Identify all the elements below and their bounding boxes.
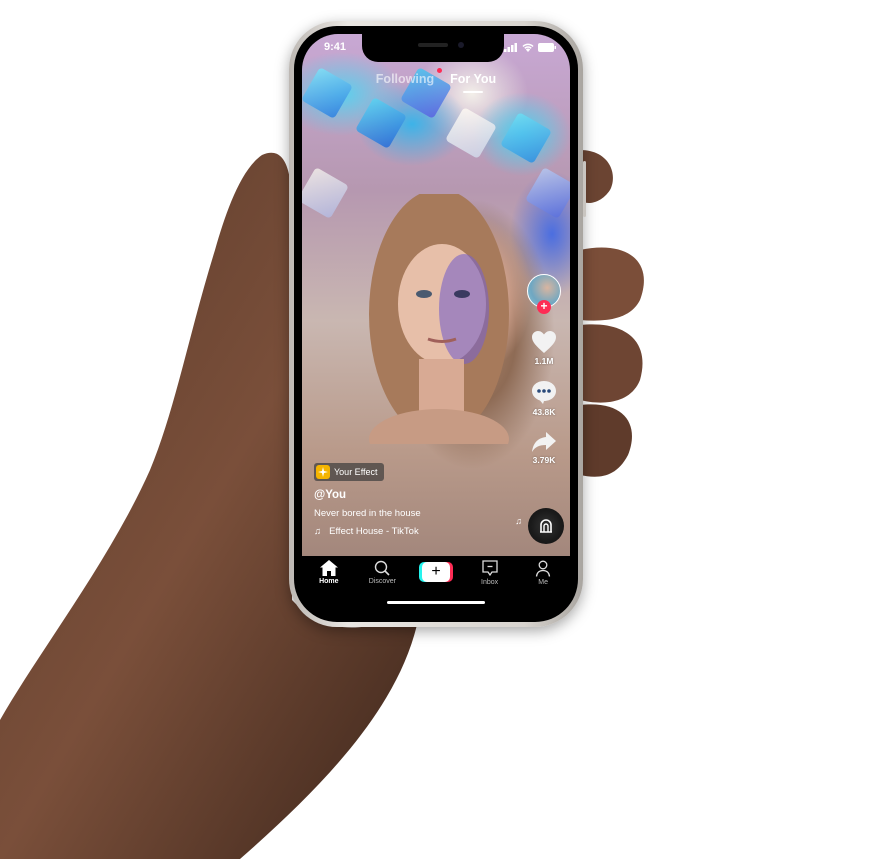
- nav-home[interactable]: Home: [307, 560, 351, 585]
- share-count: 3.79K: [532, 455, 556, 465]
- effect-house-icon: [540, 519, 552, 533]
- home-icon: [319, 560, 338, 576]
- tab-following-label: Following: [375, 72, 435, 86]
- crystal-decoration: [302, 167, 349, 219]
- comment-button[interactable]: 43.8K: [531, 380, 557, 417]
- sound-disc-button[interactable]: [528, 508, 564, 544]
- creator-avatar[interactable]: +: [527, 274, 561, 314]
- nav-me-label: Me: [538, 579, 549, 586]
- tab-for-you-label: For You: [450, 72, 497, 86]
- status-icons: [504, 43, 556, 52]
- share-arrow-icon: [532, 432, 556, 452]
- side-button: [583, 161, 586, 217]
- like-button[interactable]: 1.1M: [531, 330, 557, 366]
- notification-dot: [437, 68, 443, 73]
- screen: 9:41 Following For You + 1.1M 43.8K 3.79…: [302, 34, 570, 614]
- sound-name: Effect House - TikTok: [329, 526, 419, 537]
- nav-inbox[interactable]: Inbox: [468, 560, 512, 586]
- nav-home-label: Home: [319, 578, 339, 585]
- profile-icon: [536, 560, 551, 577]
- effect-chip[interactable]: Your Effect: [314, 463, 384, 481]
- sparkle-effect-icon: [316, 465, 330, 479]
- feed-tabs: Following For You: [302, 68, 570, 93]
- nav-discover[interactable]: Discover: [360, 560, 404, 585]
- phone-frame: 9:41 Following For You + 1.1M 43.8K 3.79…: [289, 21, 586, 627]
- bottom-nav: Home Discover + Inbox Me: [302, 556, 570, 602]
- home-indicator[interactable]: [387, 601, 485, 604]
- nav-discover-label: Discover: [368, 578, 396, 585]
- status-bar: 9:41: [302, 34, 570, 62]
- crystal-decoration: [445, 107, 497, 159]
- create-plus-icon: +: [418, 562, 453, 582]
- video-caption: Your Effect @You Never bored in the hous…: [314, 463, 421, 537]
- search-icon: [374, 560, 390, 576]
- crystal-decoration: [355, 97, 407, 149]
- signal-icon: [504, 43, 517, 52]
- effect-label: Your Effect: [334, 467, 378, 477]
- tab-following[interactable]: Following: [375, 68, 443, 86]
- front-camera: [458, 42, 464, 48]
- nav-me[interactable]: Me: [521, 560, 565, 586]
- music-notes-icon: ♫: [515, 516, 522, 526]
- comment-count: 43.8K: [532, 407, 556, 417]
- status-time: 9:41: [324, 41, 347, 53]
- action-rail: + 1.1M 43.8K 3.79K: [524, 274, 564, 465]
- music-note-icon: ♫: [314, 526, 322, 537]
- heart-icon: [532, 331, 556, 353]
- nav-inbox-label: Inbox: [481, 579, 499, 586]
- active-tab-indicator: [463, 91, 484, 93]
- phone-bezel: 9:41 Following For You + 1.1M 43.8K 3.79…: [294, 26, 578, 622]
- speaker: [418, 43, 448, 47]
- like-count: 1.1M: [534, 356, 554, 366]
- username-link[interactable]: @You: [314, 489, 421, 501]
- person-image: [369, 194, 509, 444]
- inbox-icon: [481, 560, 498, 577]
- crystal-decoration: [500, 112, 552, 164]
- notch: [362, 34, 504, 62]
- tab-for-you[interactable]: For You: [450, 72, 497, 93]
- follow-plus-icon[interactable]: +: [537, 300, 551, 314]
- share-button[interactable]: 3.79K: [531, 431, 557, 465]
- comment-icon: [532, 381, 556, 404]
- nav-create[interactable]: +: [414, 560, 458, 582]
- wifi-icon: [522, 43, 534, 52]
- crystal-decoration: [525, 167, 570, 219]
- video-description: Never bored in the house: [314, 508, 421, 519]
- sound-link[interactable]: ♫ Effect House - TikTok: [314, 526, 421, 537]
- battery-icon: [538, 43, 556, 52]
